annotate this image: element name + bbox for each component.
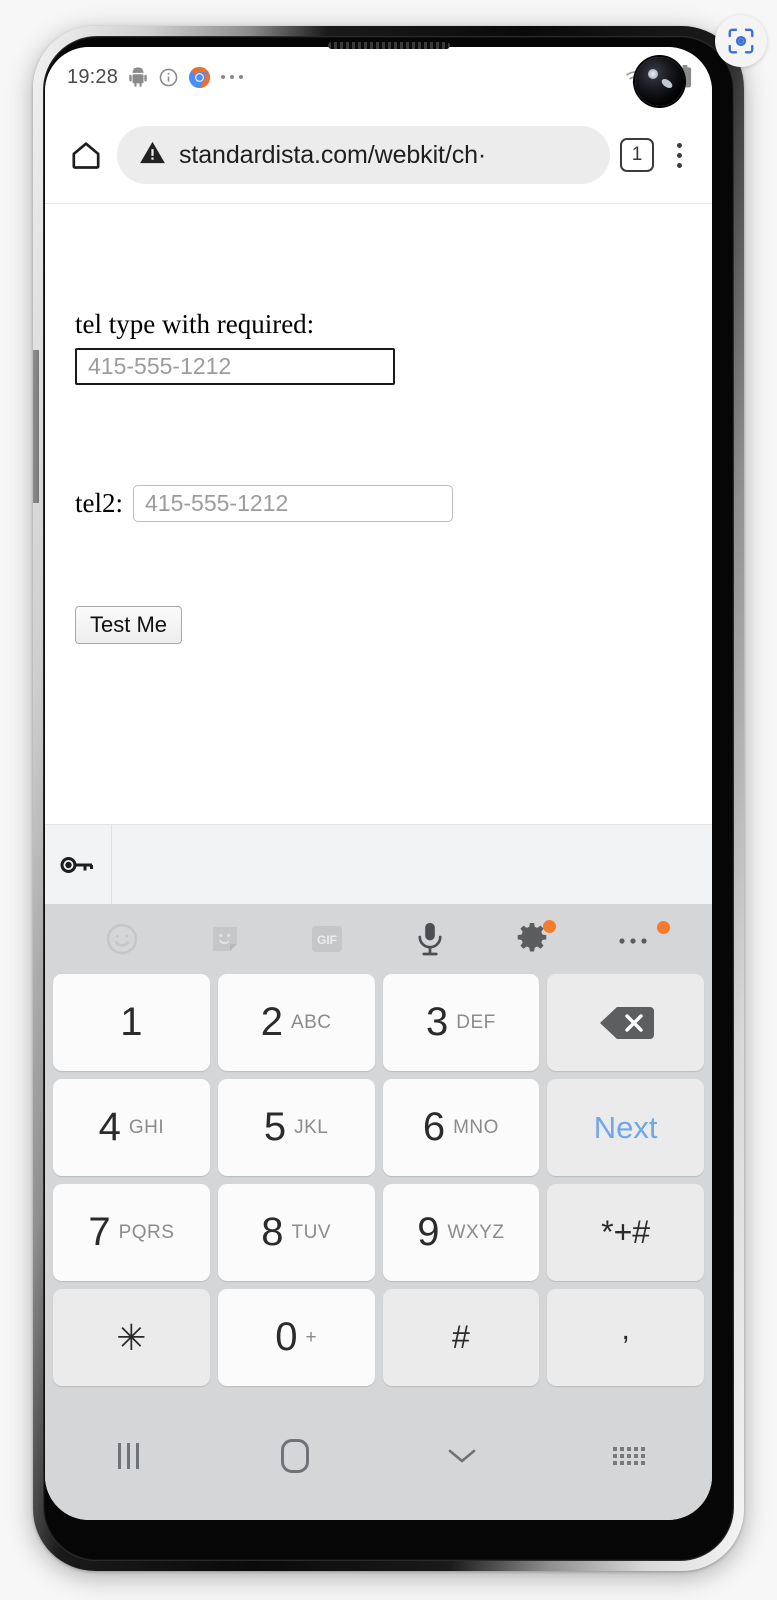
gear-badge bbox=[542, 920, 556, 933]
keyboard-row: 1 2 ABC 3 DEF bbox=[49, 974, 708, 1071]
key-0[interactable]: 0 + bbox=[217, 1289, 375, 1386]
earpiece-speaker bbox=[327, 42, 450, 49]
autofill-suggestion-bar bbox=[45, 824, 712, 905]
warning-triangle-icon bbox=[139, 139, 166, 171]
more-notifications-icon bbox=[220, 73, 246, 81]
tel1-label: tel type with required: bbox=[75, 309, 315, 339]
key-1[interactable]: 1 bbox=[53, 974, 210, 1071]
svg-text:GIF: GIF bbox=[317, 933, 337, 947]
status-bar-left: 19:28 bbox=[67, 66, 246, 89]
key-digit-label: 5 bbox=[263, 1105, 287, 1149]
key-sub-label: TUV bbox=[291, 1221, 331, 1243]
key-7[interactable]: 7 PQRS bbox=[53, 1184, 210, 1281]
key-8[interactable]: 8 TUV bbox=[217, 1184, 375, 1281]
keyboard-more-icon[interactable] bbox=[584, 904, 687, 974]
power-button[interactable] bbox=[33, 222, 40, 350]
volume-button[interactable] bbox=[33, 26, 40, 222]
next-key[interactable]: Next bbox=[547, 1079, 704, 1176]
android-navigation-bar bbox=[45, 1392, 712, 1520]
tel2-label: tel2: bbox=[75, 488, 123, 518]
url-bar[interactable]: standardista.com/webkit/ch· bbox=[117, 126, 610, 184]
key-digit-label: 3 bbox=[426, 1000, 449, 1044]
keyboard-toolbar: GIF bbox=[45, 904, 712, 974]
emoji-icon[interactable] bbox=[71, 904, 174, 974]
android-status-bar: 19:28 bbox=[45, 47, 712, 107]
more-badge bbox=[657, 921, 670, 934]
symbol-key-[interactable]: # bbox=[382, 1289, 540, 1386]
backspace-key[interactable] bbox=[547, 974, 704, 1071]
keyboard-row: ✳ 0 + #, bbox=[49, 1289, 708, 1386]
key-4[interactable]: 4 GHI bbox=[53, 1079, 210, 1176]
side-key-button[interactable] bbox=[33, 350, 39, 503]
tab-count-label: 1 bbox=[631, 144, 643, 165]
toolbar-divider bbox=[45, 203, 712, 204]
keyboard-key-rows: 1 2 ABC 3 DEF 4 GHI 5 JKL 6 MNO Next 7 PQRS 8 TUV 9 WXYZ *… bbox=[45, 974, 712, 1386]
key-sub-label: PQRS bbox=[118, 1221, 175, 1243]
next-key-label: Next bbox=[593, 1109, 658, 1145]
keyboard-switch-icon[interactable] bbox=[545, 1392, 712, 1520]
symbol-key-label: # bbox=[451, 1319, 470, 1355]
symbol-key-label: ✳ bbox=[116, 1316, 147, 1358]
tab-switcher-button[interactable]: 1 bbox=[620, 138, 654, 172]
phone-frame: 19:28 standardista.com/webkit/ch· 1 tel … bbox=[33, 26, 744, 1571]
tel1-input[interactable]: 415-555-1212 bbox=[75, 348, 395, 385]
home-icon[interactable] bbox=[65, 134, 107, 176]
key-2[interactable]: 2 ABC bbox=[217, 974, 375, 1071]
settings-gear-icon[interactable] bbox=[481, 904, 584, 974]
hide-keyboard-icon[interactable] bbox=[379, 1392, 546, 1520]
comma-key-label: , bbox=[621, 1312, 630, 1346]
status-clock: 19:28 bbox=[67, 65, 119, 88]
key-digit-label: 8 bbox=[261, 1210, 284, 1254]
key-6[interactable]: 6 MNO bbox=[382, 1079, 540, 1176]
key-9[interactable]: 9 WXYZ bbox=[382, 1184, 540, 1281]
key-digit-label: 6 bbox=[422, 1105, 446, 1149]
tel2-input[interactable]: 415-555-1212 bbox=[133, 485, 453, 522]
key-sub-label: DEF bbox=[456, 1011, 496, 1033]
tel1-input-placeholder: 415-555-1212 bbox=[88, 353, 232, 379]
key-sub-label: GHI bbox=[128, 1116, 165, 1138]
gif-icon[interactable]: GIF bbox=[276, 904, 379, 974]
symbol-key-[interactable]: ✳ bbox=[53, 1289, 210, 1386]
microphone-icon[interactable] bbox=[379, 904, 482, 974]
chrome-icon bbox=[188, 66, 211, 89]
home-icon[interactable] bbox=[212, 1392, 379, 1520]
key-digit-label: 7 bbox=[88, 1210, 111, 1254]
tel2-input-placeholder: 415-555-1212 bbox=[145, 490, 289, 516]
url-text: standardista.com/webkit/ch· bbox=[179, 140, 487, 169]
phone-screen: 19:28 standardista.com/webkit/ch· 1 tel … bbox=[45, 47, 712, 1520]
samsung-numeric-keyboard: GIF 1 2 ABC 3 DEF 4 GHI 5 JKL 6 MNO Next… bbox=[45, 904, 712, 1392]
key-sub-label: + bbox=[305, 1326, 318, 1348]
key-sub-label: ABC bbox=[290, 1011, 332, 1033]
web-page-content: tel type with required: 415-555-1212 tel… bbox=[45, 204, 712, 824]
key-digit-label: 1 bbox=[120, 1000, 143, 1044]
backspace-icon bbox=[599, 1006, 654, 1039]
symbol-key-[interactable]: *+# bbox=[547, 1184, 704, 1281]
key-digit-label: 4 bbox=[98, 1105, 121, 1149]
overflow-menu-icon[interactable] bbox=[664, 134, 694, 176]
key-sub-label: MNO bbox=[453, 1116, 499, 1138]
key-digit-label: 9 bbox=[417, 1210, 440, 1254]
key-3[interactable]: 3 DEF bbox=[382, 974, 540, 1071]
recents-icon[interactable] bbox=[45, 1392, 212, 1520]
keyboard-row: 7 PQRS 8 TUV 9 WXYZ *+# bbox=[49, 1184, 708, 1281]
info-circle-icon bbox=[158, 67, 179, 88]
key-sub-label: JKL bbox=[294, 1116, 329, 1138]
screenshot-scan-icon[interactable] bbox=[715, 15, 767, 67]
key-sub-label: WXYZ bbox=[447, 1221, 505, 1243]
front-camera-cutout bbox=[635, 57, 684, 106]
android-robot-icon bbox=[127, 66, 149, 88]
comma-key[interactable]: , bbox=[547, 1289, 704, 1386]
key-5[interactable]: 5 JKL bbox=[217, 1079, 375, 1176]
key-digit-label: 2 bbox=[260, 1000, 283, 1044]
tel2-row: tel2: 415-555-1212 bbox=[75, 485, 682, 522]
chrome-omnibox-bar: standardista.com/webkit/ch· 1 bbox=[45, 107, 712, 203]
keyboard-row: 4 GHI 5 JKL 6 MNO Next bbox=[49, 1079, 708, 1176]
test-me-button[interactable]: Test Me bbox=[75, 606, 183, 644]
symbol-key-label: *+# bbox=[601, 1214, 651, 1250]
key-digit-label: 0 bbox=[275, 1315, 298, 1359]
password-key-icon[interactable] bbox=[45, 824, 112, 905]
sticker-icon[interactable] bbox=[174, 904, 277, 974]
